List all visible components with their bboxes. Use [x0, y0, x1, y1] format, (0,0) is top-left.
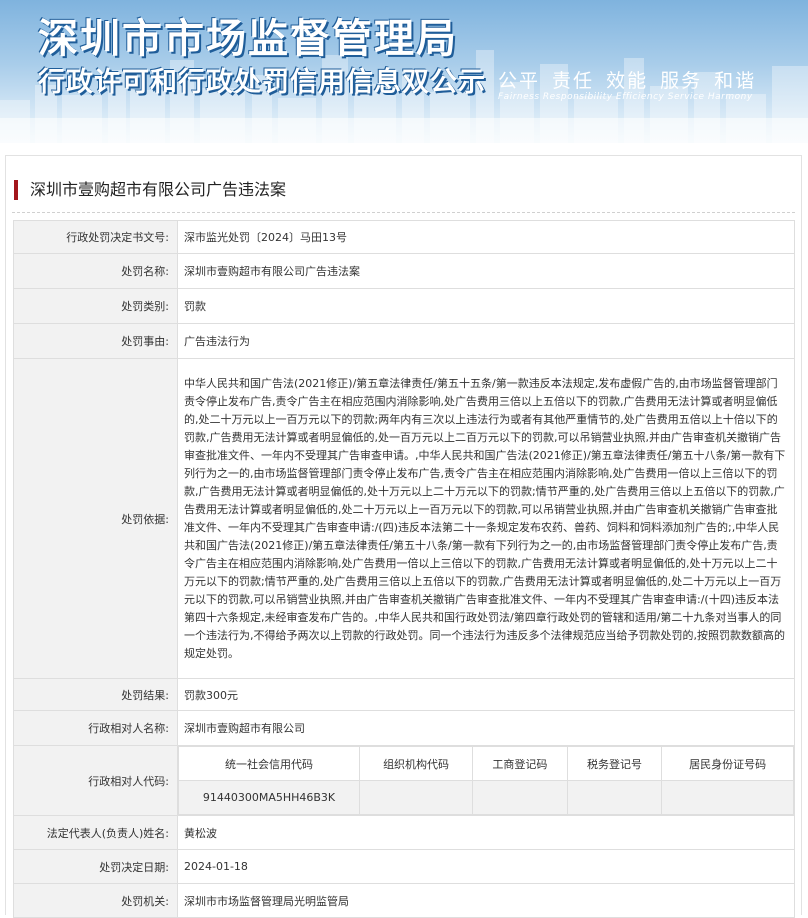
authority-value: 深圳市市场监督管理局光明监管局: [177, 883, 795, 918]
party-code-cell: 统一社会信用代码 组织机构代码 工商登记码 税务登记号 居民身份证号码 9144…: [177, 745, 795, 816]
penalty-reason-value: 广告违法行为: [177, 323, 795, 359]
penalty-result-label: 处罚结果:: [13, 678, 178, 711]
code-header-credit: 统一社会信用代码: [178, 746, 360, 781]
row-penalty-result: 处罚结果: 罚款300元: [13, 678, 795, 711]
banner-title: 深圳市市场监督管理局: [38, 16, 458, 62]
row-penalty-type: 处罚类别: 罚款: [13, 288, 795, 324]
row-penalty-basis: 处罚依据: 中华人民共和国广告法(2021修正)/第五章法律责任/第五十五条/第…: [13, 358, 795, 679]
row-penalty-name: 处罚名称: 深圳市壹购超市有限公司广告违法案: [13, 253, 795, 289]
code-value-row: 91440300MA5HH46B3K: [178, 780, 794, 815]
case-detail-panel: 深圳市壹购超市有限公司广告违法案 行政处罚决定书文号: 深市监光处罚〔2024〕…: [5, 155, 802, 918]
row-party-code: 行政相对人代码: 统一社会信用代码 组织机构代码 工商登记码 税务登记号 居民身…: [13, 745, 795, 816]
doc-no-value: 深市监光处罚〔2024〕马田13号: [177, 220, 795, 254]
row-party-name: 行政相对人名称: 深圳市壹购超市有限公司: [13, 710, 795, 746]
legal-rep-value: 黄松波: [177, 815, 795, 850]
legal-rep-label: 法定代表人(负责人)姓名:: [13, 815, 178, 850]
code-header-id-card: 居民身份证号码: [661, 746, 794, 781]
decision-date-label: 处罚决定日期:: [13, 849, 178, 884]
row-decision-date: 处罚决定日期: 2024-01-18: [13, 849, 795, 884]
penalty-reason-label: 处罚事由:: [13, 323, 178, 359]
penalty-result-value: 罚款300元: [177, 678, 795, 711]
code-value-business-reg: [472, 780, 568, 815]
header-banner: 深圳市市场监督管理局 行政许可和行政处罚信用信息双公示 公平 责任 效能 服务 …: [0, 0, 808, 143]
party-code-label: 行政相对人代码:: [13, 745, 178, 816]
doc-no-label: 行政处罚决定书文号:: [13, 220, 178, 254]
code-value-id-card: [661, 780, 794, 815]
authority-label: 处罚机关:: [13, 883, 178, 918]
code-header-tax-reg: 税务登记号: [566, 746, 663, 781]
code-value-org: [358, 780, 474, 815]
party-name-label: 行政相对人名称:: [13, 710, 178, 746]
case-title: 深圳市壹购超市有限公司广告违法案: [14, 180, 286, 200]
decision-date-value: 2024-01-18: [177, 849, 795, 884]
code-value-tax-reg: [566, 780, 663, 815]
code-header-business-reg: 工商登记码: [472, 746, 568, 781]
row-penalty-reason: 处罚事由: 广告违法行为: [13, 323, 795, 359]
penalty-type-label: 处罚类别:: [13, 288, 178, 324]
row-authority: 处罚机关: 深圳市市场监督管理局光明监管局: [13, 883, 795, 918]
row-doc-no: 行政处罚决定书文号: 深市监光处罚〔2024〕马田13号: [13, 220, 795, 254]
row-legal-rep: 法定代表人(负责人)姓名: 黄松波: [13, 815, 795, 850]
penalty-name-label: 处罚名称:: [13, 253, 178, 289]
penalty-type-value: 罚款: [177, 288, 795, 324]
banner-subtitle: 行政许可和行政处罚信用信息双公示: [38, 67, 486, 98]
code-header-org: 组织机构代码: [358, 746, 474, 781]
penalty-basis-label: 处罚依据:: [13, 358, 178, 679]
title-divider: [12, 212, 795, 213]
party-code-table: 统一社会信用代码 组织机构代码 工商登记码 税务登记号 居民身份证号码 9144…: [178, 746, 794, 815]
case-info-table: 行政处罚决定书文号: 深市监光处罚〔2024〕马田13号 处罚名称: 深圳市壹购…: [13, 220, 795, 918]
penalty-name-value: 深圳市壹购超市有限公司广告违法案: [177, 253, 795, 289]
banner-slogan: 公平 责任 效能 服务 和谐: [498, 70, 757, 92]
code-value-credit: 91440300MA5HH46B3K: [178, 780, 360, 815]
code-header-row: 统一社会信用代码 组织机构代码 工商登记码 税务登记号 居民身份证号码: [178, 746, 794, 781]
party-name-value: 深圳市壹购超市有限公司: [177, 710, 795, 746]
penalty-basis-value: 中华人民共和国广告法(2021修正)/第五章法律责任/第五十五条/第一款违反本法…: [177, 358, 795, 679]
banner-slogan-english: Fairness Responsibility Efficiency Servi…: [498, 92, 753, 102]
